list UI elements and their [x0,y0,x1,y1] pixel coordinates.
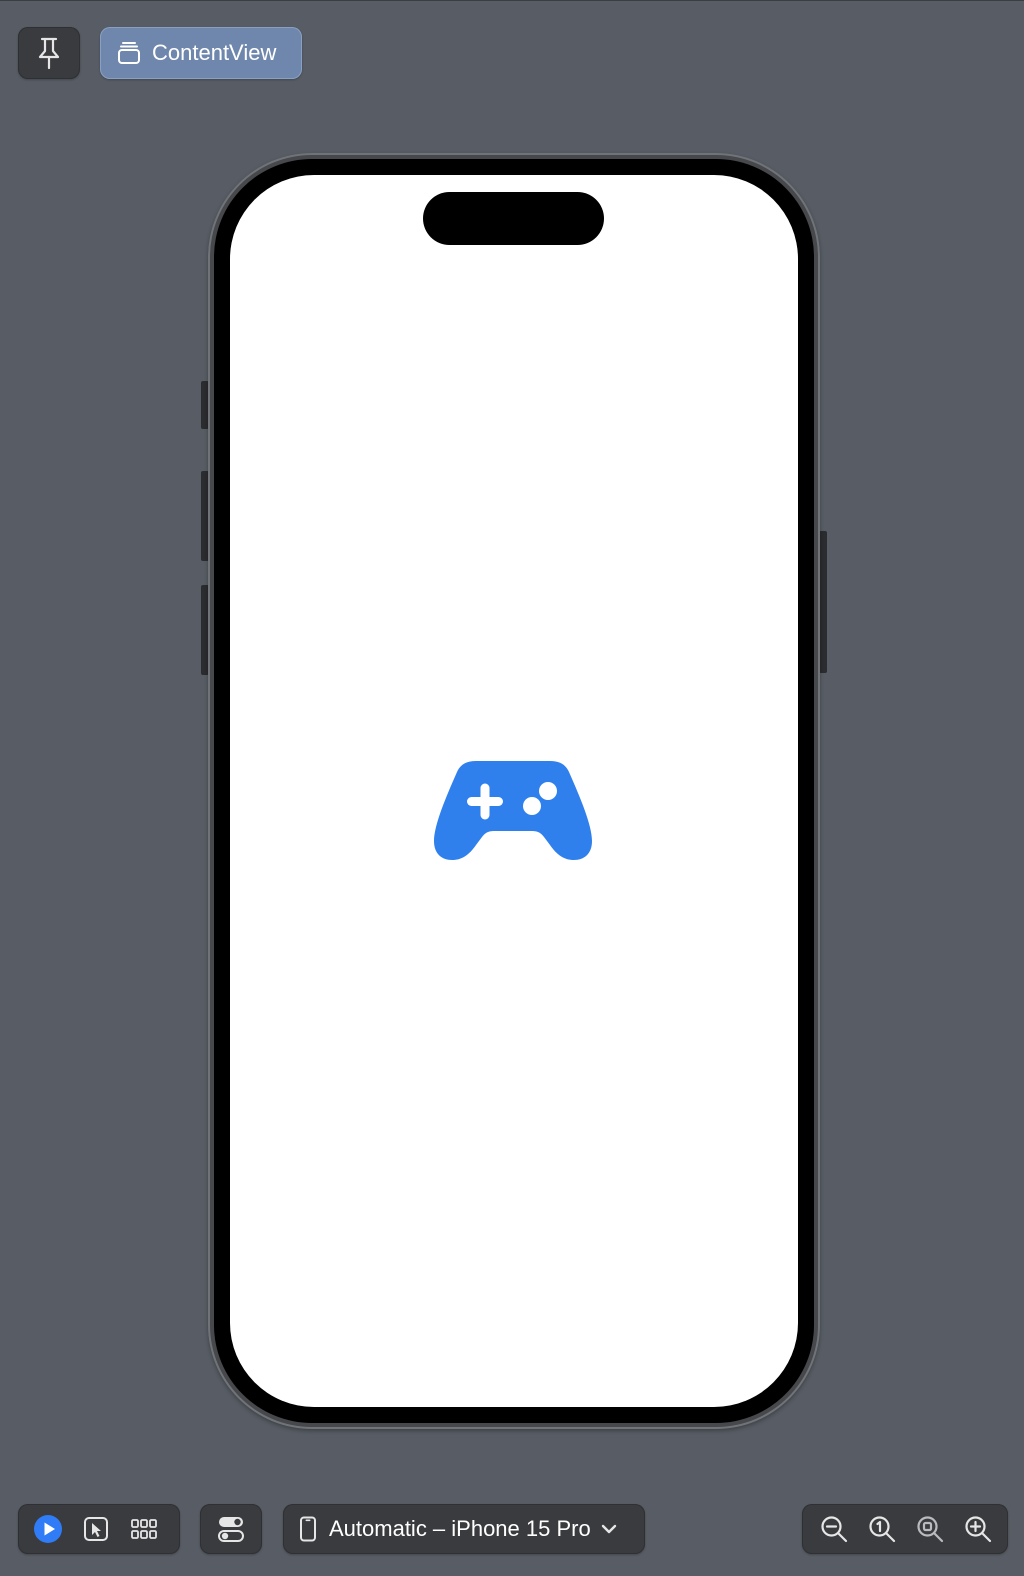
live-mode-button[interactable] [24,1504,72,1554]
play-circle-icon [33,1514,63,1544]
zoom-fit-icon [915,1514,945,1544]
stack-icon [116,40,142,66]
zoom-actual-size-button[interactable] [858,1504,906,1554]
zoom-to-fit-button[interactable] [906,1504,954,1554]
zoom-out-icon [819,1514,849,1544]
content-view-button[interactable]: ContentView [100,27,302,79]
power-button [819,531,827,673]
iphone-icon [299,1516,317,1542]
zoom-in-icon [963,1514,993,1544]
zoom-out-button[interactable] [810,1504,858,1554]
device-selector[interactable]: Automatic – iPhone 15 Pro [283,1504,645,1554]
device-label: Automatic – iPhone 15 Pro [329,1516,591,1541]
gamecontroller-icon [432,759,594,861]
device-settings-button[interactable] [200,1504,262,1554]
zoom-controls [802,1504,1008,1554]
variants-button[interactable] [120,1504,168,1554]
zoom-in-button[interactable] [954,1504,1002,1554]
preview-canvas: ContentView Automatic – iPhone 15 Pro [0,0,1024,1576]
pin-icon [36,36,62,70]
preview-mode-group [18,1504,180,1554]
toggles-icon [216,1514,246,1544]
cursor-select-icon [82,1515,110,1543]
selectable-mode-button[interactable] [72,1504,120,1554]
zoom-100-icon [867,1514,897,1544]
chevron-down-icon [601,1523,617,1535]
content-view-label: ContentView [152,40,277,65]
grid-icon [130,1518,158,1540]
dynamic-island [423,192,604,245]
pin-preview-button[interactable] [18,27,80,79]
